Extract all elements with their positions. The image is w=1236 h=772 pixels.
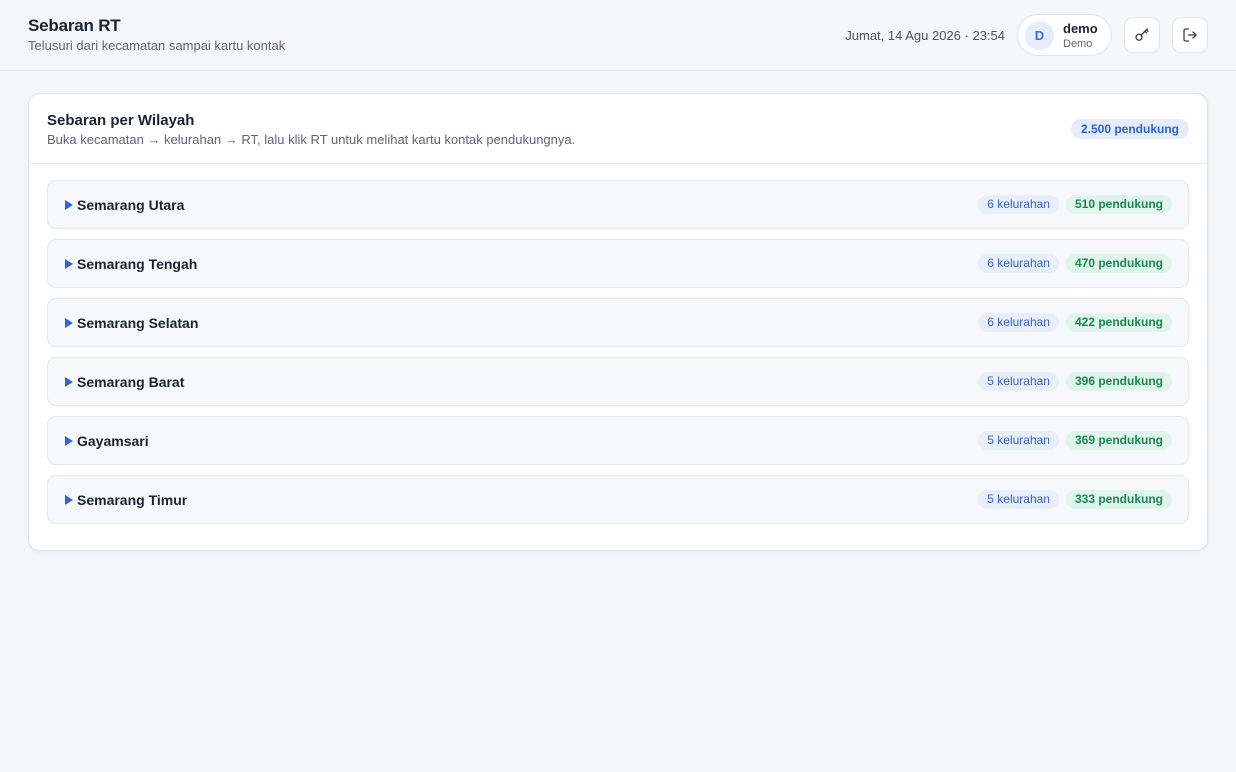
- card-title: Sebaran per Wilayah: [47, 112, 195, 129]
- caret-right-icon: [65, 436, 73, 446]
- page-subtitle: Telusuri dari kecamatan sampai kartu kon…: [28, 38, 286, 53]
- page-title: Sebaran RT: [28, 16, 121, 35]
- caret-right-icon: [65, 200, 73, 210]
- user-menu[interactable]: D demo Demo: [1017, 14, 1112, 56]
- top-bar: Sebaran RT Telusuri dari kecamatan sampa…: [0, 0, 1236, 71]
- kelurahan-count-badge: 6 kelurahan: [978, 254, 1059, 273]
- caret-right-icon: [65, 259, 73, 269]
- supporter-count-badge: 470 pendukung: [1065, 254, 1172, 273]
- avatar: D: [1025, 21, 1054, 50]
- region-name: Semarang Barat: [77, 374, 185, 390]
- region-row[interactable]: Semarang Timur 5 kelurahan 333 pendukung: [47, 475, 1189, 524]
- region-list: Semarang Utara 6 kelurahan 510 pendukung…: [47, 180, 1189, 534]
- region-row[interactable]: Semarang Tengah 6 kelurahan 470 pendukun…: [47, 239, 1189, 288]
- supporter-count-badge: 510 pendukung: [1065, 195, 1172, 214]
- caret-right-icon: [65, 495, 73, 505]
- region-badges: 5 kelurahan 396 pendukung: [978, 372, 1172, 391]
- total-supporters-badge: 2.500 pendukung: [1070, 119, 1189, 139]
- region-name: Semarang Utara: [77, 197, 185, 213]
- region-badges: 5 kelurahan 333 pendukung: [978, 490, 1172, 509]
- region-badges: 6 kelurahan 422 pendukung: [978, 313, 1172, 332]
- region-row[interactable]: Gayamsari 5 kelurahan 369 pendukung: [47, 416, 1189, 465]
- region-badges: 6 kelurahan 510 pendukung: [978, 195, 1172, 214]
- region-name: Semarang Tengah: [77, 256, 198, 272]
- kelurahan-count-badge: 6 kelurahan: [978, 195, 1059, 214]
- logout-icon: [1183, 28, 1197, 42]
- user-role: Demo: [1063, 38, 1093, 50]
- card-description: Buka kecamatan → kelurahan → RT, lalu kl…: [47, 132, 576, 147]
- logout-button[interactable]: [1172, 17, 1208, 53]
- region-name: Semarang Selatan: [77, 315, 199, 331]
- supporter-count-badge: 333 pendukung: [1065, 490, 1172, 509]
- caret-right-icon: [65, 377, 73, 387]
- region-distribution-card: Sebaran per Wilayah Buka kecamatan → kel…: [28, 93, 1208, 551]
- region-row[interactable]: Semarang Barat 5 kelurahan 396 pendukung: [47, 357, 1189, 406]
- kelurahan-count-badge: 5 kelurahan: [978, 490, 1059, 509]
- supporter-count-badge: 369 pendukung: [1065, 431, 1172, 450]
- supporter-count-badge: 396 pendukung: [1065, 372, 1172, 391]
- card-header: Sebaran per Wilayah Buka kecamatan → kel…: [29, 94, 1207, 164]
- current-datetime: Jumat, 14 Agu 2026 · 23:54: [845, 28, 1005, 43]
- supporter-count-badge: 422 pendukung: [1065, 313, 1172, 332]
- region-name: Gayamsari: [77, 433, 149, 449]
- key-icon: [1135, 28, 1149, 41]
- kelurahan-count-badge: 5 kelurahan: [978, 431, 1059, 450]
- region-row[interactable]: Semarang Selatan 6 kelurahan 422 penduku…: [47, 298, 1189, 347]
- caret-right-icon: [65, 318, 73, 328]
- kelurahan-count-badge: 6 kelurahan: [978, 313, 1059, 332]
- region-badges: 6 kelurahan 470 pendukung: [978, 254, 1172, 273]
- region-badges: 5 kelurahan 369 pendukung: [978, 431, 1172, 450]
- change-password-button[interactable]: [1124, 17, 1160, 53]
- region-row[interactable]: Semarang Utara 6 kelurahan 510 pendukung: [47, 180, 1189, 229]
- kelurahan-count-badge: 5 kelurahan: [978, 372, 1059, 391]
- user-name: demo: [1063, 21, 1098, 36]
- region-name: Semarang Timur: [77, 492, 188, 508]
